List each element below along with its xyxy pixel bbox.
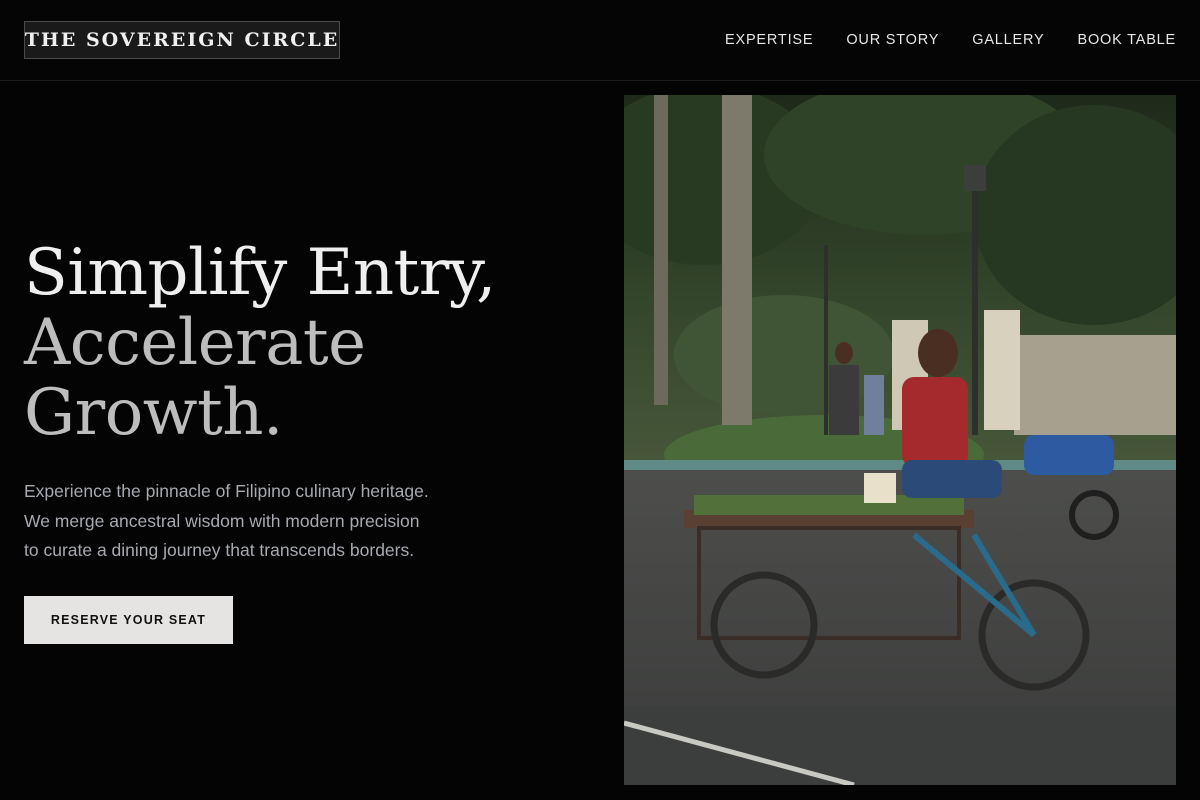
hero-description-line-1: Experience the pinnacle of Filipino culi…: [24, 481, 429, 501]
hero-title-line-3: Growth.: [24, 376, 283, 450]
nav-item-our-story[interactable]: OUR STORY: [846, 30, 939, 50]
nav-item-expertise[interactable]: EXPERTISE: [725, 30, 813, 50]
nav-item-gallery[interactable]: GALLERY: [972, 30, 1044, 50]
site-header: THE SOVEREIGN CIRCLE EXPERTISE OUR STORY…: [0, 0, 1200, 81]
hero-title-line-2: Accelerate: [24, 306, 366, 380]
hero-title: Simplify Entry, Accelerate Growth.: [24, 238, 496, 448]
reserve-seat-button[interactable]: RESERVE YOUR SEAT: [24, 596, 233, 644]
brand-logo[interactable]: THE SOVEREIGN CIRCLE: [24, 21, 340, 59]
main-nav: EXPERTISE OUR STORY GALLERY BOOK TABLE: [725, 30, 1176, 50]
hero-description: Experience the pinnacle of Filipino culi…: [24, 477, 494, 566]
hero-photo: [624, 95, 1176, 785]
hero-description-line-2: We merge ancestral wisdom with modern pr…: [24, 510, 420, 531]
hero-description-line-3: to curate a dining journey that transcen…: [24, 540, 415, 560]
nav-item-book-table[interactable]: BOOK TABLE: [1077, 30, 1176, 50]
hero-title-line-1: Simplify Entry,: [24, 236, 496, 310]
street-vendor-tricycle-photo: [624, 95, 1176, 785]
